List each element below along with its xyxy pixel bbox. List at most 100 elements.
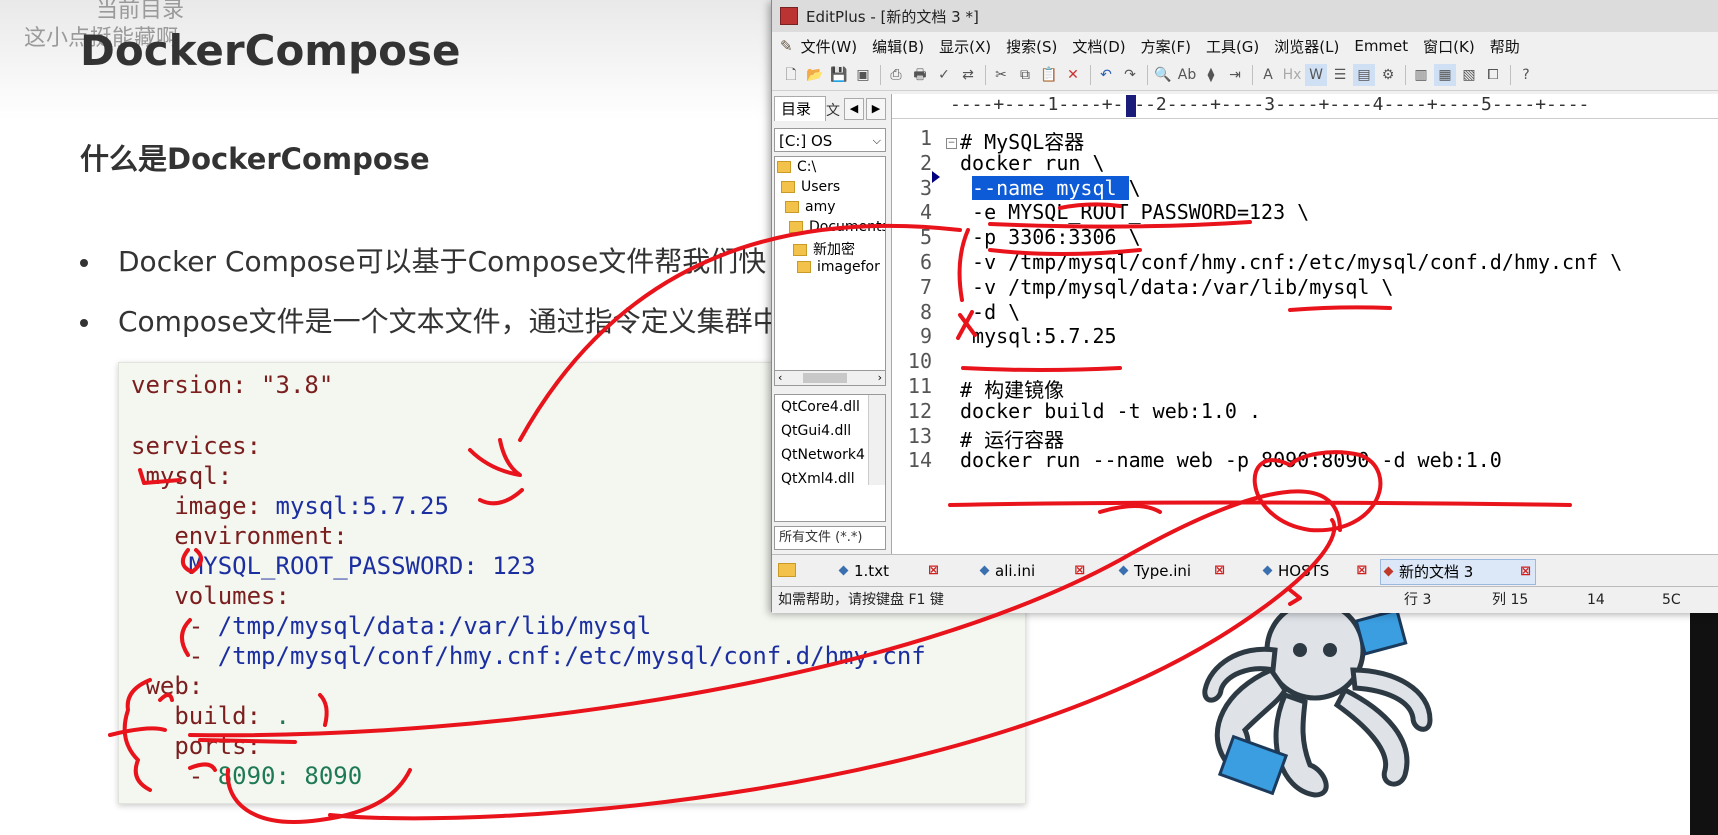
code-line-rest: \ — [1128, 175, 1141, 200]
tab-type-ini[interactable]: Type.ini ⊠ — [1116, 559, 1225, 583]
file-item[interactable]: QtGui4.dll — [781, 423, 851, 439]
replace-icon[interactable]: Ab — [1176, 64, 1198, 86]
code-line[interactable]: -e MYSQL_ROOT_PASSWORD=123 \ — [960, 200, 1309, 224]
code-line[interactable]: docker run \ — [960, 151, 1105, 175]
editor-area[interactable]: ----+----1----+----2----+----3----+----4… — [892, 94, 1718, 554]
code-line[interactable]: --name mysql \ — [960, 175, 1141, 200]
menu-file[interactable]: 文件(W) — [801, 36, 858, 57]
save-all-icon[interactable]: ▣ — [852, 64, 874, 86]
hex-icon[interactable]: Hx — [1281, 64, 1303, 86]
open-folder-icon[interactable]: 📂 — [804, 64, 826, 86]
document-icon — [1118, 565, 1129, 576]
tab-hosts[interactable]: HOSTS ⊠ — [1260, 559, 1367, 583]
delete-icon[interactable]: ✕ — [1062, 64, 1084, 86]
window-titlebar[interactable]: EditPlus - [新的文档 3 *] — [772, 0, 1718, 32]
selected-text[interactable]: --name mysql — [972, 175, 1129, 200]
word-wrap-icon[interactable]: W — [1305, 64, 1327, 86]
file-filter-select[interactable]: 所有文件 (*.*) — [774, 526, 886, 550]
drive-select[interactable]: [C:] OS ⌵ — [774, 128, 886, 152]
tab-cliptext[interactable]: 文 — [826, 100, 840, 120]
save-icon[interactable]: 💾 — [828, 64, 850, 86]
print-icon[interactable]: 🖶 — [909, 64, 931, 86]
directory-window-icon[interactable]: ▥ — [1410, 64, 1432, 86]
font-icon[interactable]: A — [1257, 64, 1279, 86]
code-line[interactable]: -v /tmp/mysql/conf/hmy.cnf:/etc/mysql/co… — [960, 250, 1622, 274]
print-preview-icon[interactable]: ⎙ — [885, 64, 907, 86]
menu-help[interactable]: 帮助 — [1490, 36, 1520, 57]
goto-line-icon[interactable]: ⇥ — [1224, 64, 1246, 86]
menu-tools[interactable]: 工具(G) — [1206, 36, 1259, 57]
toolbar-separator — [985, 65, 986, 85]
tab-ali-ini[interactable]: ali.ini ⊠ — [977, 559, 1085, 583]
toolbar-separator — [1147, 65, 1148, 85]
code-line[interactable]: -v /tmp/mysql/data:/var/lib/mysql \ — [960, 275, 1393, 299]
close-icon[interactable]: ⊠ — [928, 559, 939, 583]
menu-document[interactable]: 文档(D) — [1072, 36, 1125, 57]
folder-icon — [789, 221, 803, 233]
close-icon[interactable]: ⊠ — [1356, 559, 1367, 583]
tree-item[interactable]: Users — [781, 179, 840, 195]
tab-1-txt[interactable]: 1.txt ⊠ — [836, 559, 939, 583]
menu-emmet[interactable]: Emmet — [1354, 37, 1408, 55]
menu-edit[interactable]: 编辑(B) — [872, 36, 924, 57]
paste-icon[interactable]: 📋 — [1038, 64, 1060, 86]
find-in-files-icon[interactable]: ⧫ — [1200, 64, 1222, 86]
ruler-marks: ----+----1----+----2----+----3----+----4… — [950, 94, 1590, 115]
undo-icon[interactable]: ↶ — [1095, 64, 1117, 86]
close-icon[interactable]: ⊠ — [1214, 559, 1225, 583]
output-window-icon[interactable]: ▦ — [1434, 64, 1456, 86]
copy-icon[interactable]: ⧉ — [1014, 64, 1036, 86]
file-item[interactable]: QtXml4.dll — [781, 471, 855, 487]
fullscreen-icon[interactable]: ⧠ — [1482, 64, 1504, 86]
menu-project[interactable]: 方案(F) — [1141, 36, 1191, 57]
code-line[interactable]: docker build -t web:1.0 . — [960, 399, 1261, 423]
tree-item[interactable]: C:\ — [777, 159, 816, 175]
indent-icon[interactable]: ☰ — [1329, 64, 1351, 86]
slide-edge-dark — [1690, 600, 1718, 835]
context-help-icon[interactable]: ? — [1515, 64, 1537, 86]
file-item[interactable]: QtNetwork4 — [781, 447, 865, 463]
tab-new-document-3[interactable]: 新的文档 3 ⊠ — [1380, 559, 1536, 585]
line-number: 3 — [919, 175, 932, 200]
menu-search[interactable]: 搜索(S) — [1006, 36, 1057, 57]
menu-browser[interactable]: 浏览器(L) — [1274, 36, 1339, 57]
redo-icon[interactable]: ↷ — [1119, 64, 1141, 86]
tree-item[interactable]: amy — [785, 199, 836, 215]
file-list[interactable]: QtCore4.dll QtGui4.dll QtNetwork4 QtXml4… — [774, 394, 886, 522]
scroll-thumb[interactable] — [803, 373, 847, 383]
fold-collapse-icon[interactable]: − — [946, 138, 957, 149]
tree-item[interactable]: imagefor — [797, 259, 880, 275]
new-file-icon[interactable]: 🗋 — [780, 64, 802, 86]
cliptext-icon[interactable]: ▧ — [1458, 64, 1480, 86]
document-icon — [979, 565, 990, 576]
close-icon[interactable]: ⊠ — [1074, 559, 1085, 583]
menu-view[interactable]: 显示(X) — [939, 36, 991, 57]
tab-prev-arrow-icon[interactable]: ◀ — [844, 98, 864, 120]
code-line[interactable]: -d \ — [960, 300, 1020, 324]
scroll-left-icon[interactable]: ‹ — [778, 371, 782, 384]
code-line[interactable]: -p 3306:3306 \ — [960, 225, 1141, 249]
cut-icon[interactable]: ✂ — [990, 64, 1012, 86]
tree-item[interactable]: Documents — [789, 219, 885, 235]
scroll-right-icon[interactable]: › — [878, 371, 882, 384]
code-line[interactable]: mysql:5.7.25 — [960, 324, 1117, 348]
file-item[interactable]: QtCore4.dll — [781, 399, 860, 415]
tab-directory[interactable]: 目录 — [774, 96, 826, 121]
line-number: 7 — [919, 274, 932, 299]
ruler-toggle-icon[interactable]: ▤ — [1353, 64, 1375, 86]
tree-item[interactable]: 新加密 — [793, 239, 855, 259]
tab-next-arrow-icon[interactable]: ▶ — [866, 98, 886, 120]
tree-horizontal-scrollbar[interactable]: ‹ › — [774, 370, 886, 386]
browser-view-icon[interactable]: ⇄ — [957, 64, 979, 86]
close-icon[interactable]: ⊠ — [1520, 560, 1531, 584]
find-icon[interactable]: 🔍 — [1152, 64, 1174, 86]
code-line[interactable]: docker run --name web -p 8090:8090 -d we… — [960, 448, 1502, 472]
current-line-arrow-icon — [932, 171, 940, 183]
menu-window[interactable]: 窗口(K) — [1423, 36, 1475, 57]
file-list-vertical-scrollbar[interactable] — [868, 395, 885, 485]
folder-tree[interactable]: C:\ Users amy Documents 新加密 imagefor — [774, 156, 886, 386]
bullet-text: Compose文件是一个文本文件，通过指令定义集群中 — [118, 305, 781, 338]
settings-gear-icon[interactable]: ⚙ — [1377, 64, 1399, 86]
spellcheck-icon[interactable]: ✓ — [933, 64, 955, 86]
yaml-line: mysql: — [131, 462, 233, 490]
